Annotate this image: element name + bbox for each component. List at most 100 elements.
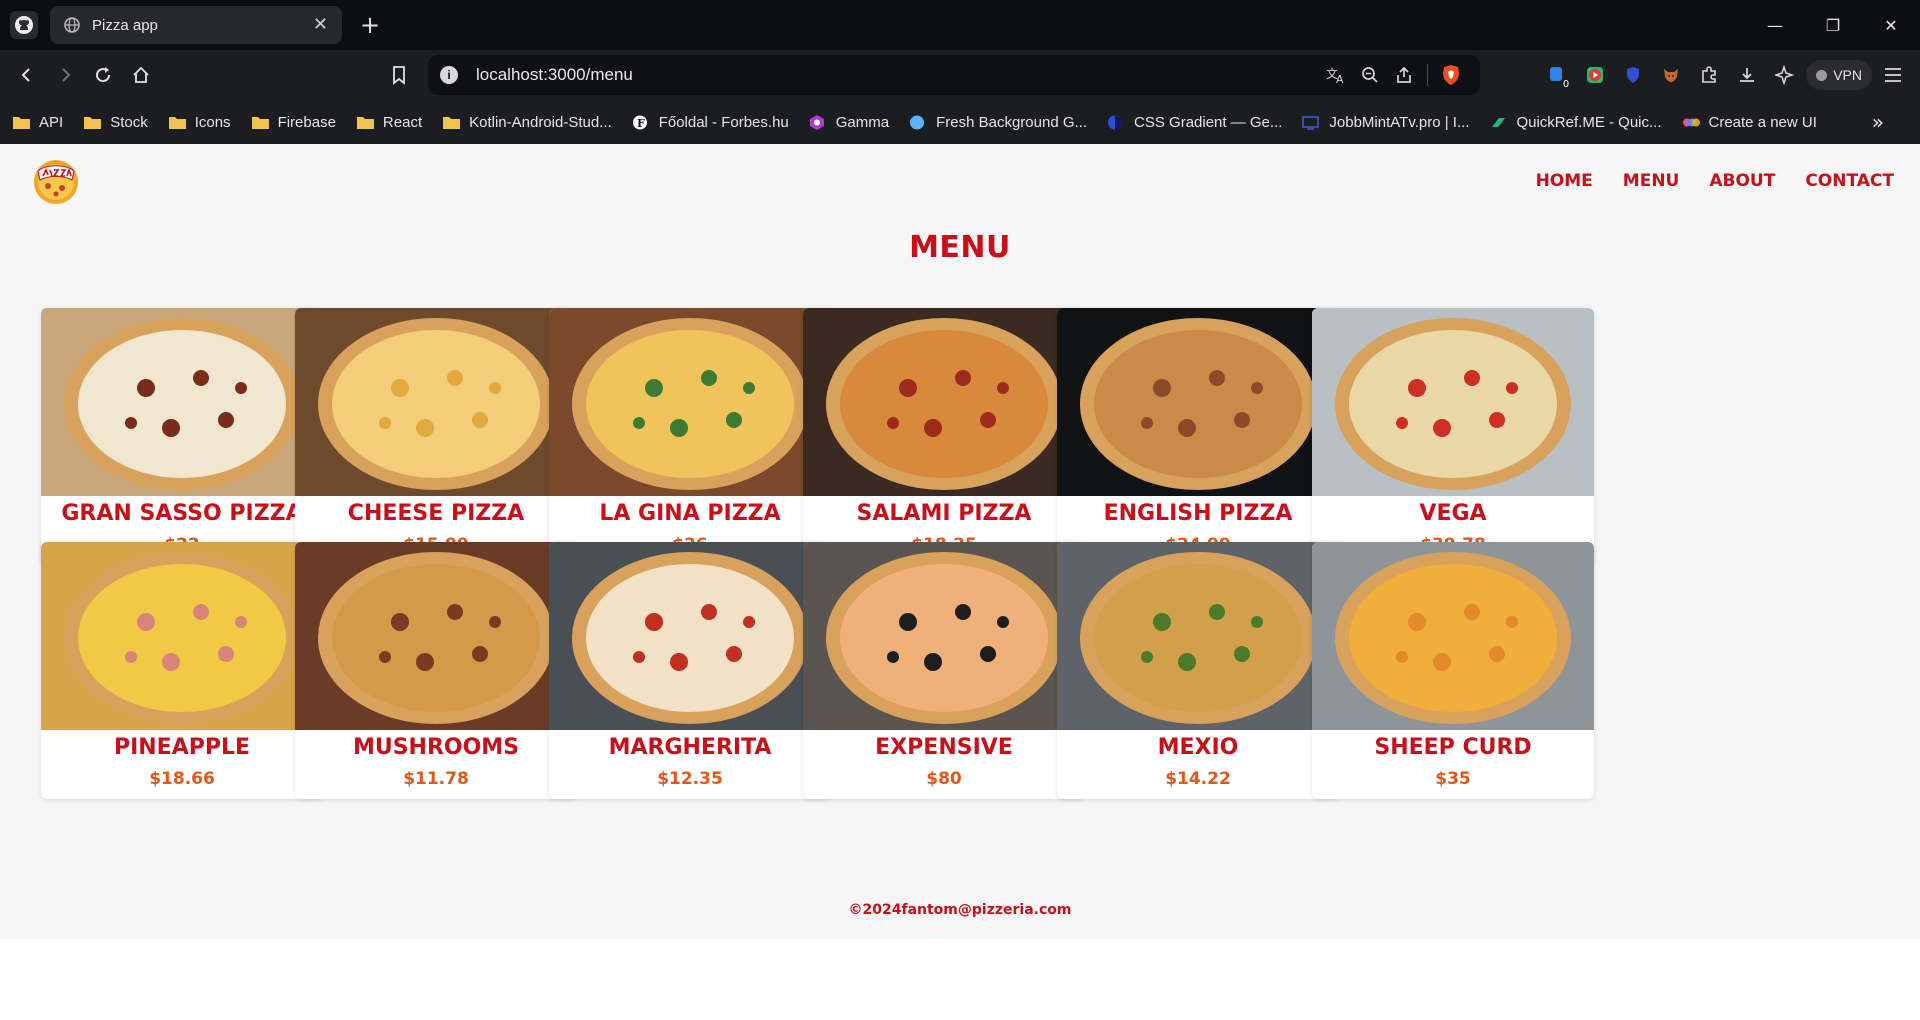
bookmark-label: API	[39, 113, 64, 131]
bookmark-gamma[interactable]: Gamma	[809, 114, 889, 131]
leo-ai-icon[interactable]	[1768, 58, 1802, 92]
folder-icon	[442, 115, 461, 130]
pizza-name: SALAMI PIZZA	[856, 501, 1032, 526]
pizza-photo	[803, 542, 1085, 730]
extensions-puzzle-icon[interactable]	[1692, 58, 1726, 92]
pizza-card[interactable]: VEGA$39.78	[1312, 308, 1594, 565]
pizza-card[interactable]: MARGHERITA $12.35	[549, 542, 831, 799]
pizza-logo[interactable]	[32, 158, 80, 206]
pizza-card[interactable]: CHEESE PIZZA$15.99	[295, 308, 577, 565]
zoom-icon[interactable]	[1353, 58, 1387, 92]
pizza-photo	[1057, 308, 1339, 496]
bookmark-create-a-new-ui[interactable]: Create a new UI	[1682, 114, 1817, 131]
pizza-price: $12.35	[657, 769, 723, 789]
browser-tab[interactable]: Pizza app ✕	[50, 6, 342, 44]
bookmark-firebase[interactable]: Firebase	[251, 114, 336, 131]
extension-shield-icon[interactable]	[1616, 58, 1650, 92]
bookmark-label: Icons	[194, 113, 231, 131]
new-tab-icon[interactable]: +	[360, 13, 380, 37]
bookmark-stock[interactable]: Stock	[83, 114, 148, 131]
pizza-card[interactable]: MUSHROOMS $11.78	[295, 542, 577, 799]
svg-text:A: A	[1336, 73, 1344, 84]
extension-play-icon[interactable]	[1578, 58, 1612, 92]
forward-icon[interactable]	[46, 56, 84, 94]
bookmark-label: React	[382, 113, 423, 131]
site-info-icon[interactable]: i	[440, 66, 458, 84]
bookmark-kotlin-android-stud[interactable]: Kotlin-Android-Stud...	[442, 114, 612, 131]
hamburger-menu-icon[interactable]	[1876, 58, 1910, 92]
page-title: MENU	[909, 230, 1011, 265]
folder-icon	[12, 115, 31, 130]
bookmark-f-oldal-forbes-hu[interactable]: F Főoldal - Forbes.hu	[632, 114, 789, 131]
bookmark-label: Gamma	[835, 113, 890, 131]
pizza-name: CHEESE PIZZA	[347, 501, 525, 526]
fresh-background-icon	[909, 115, 928, 130]
pizza-photo	[295, 542, 577, 730]
pizza-price: $35	[1435, 769, 1471, 789]
bookmark-quickref-me-quic[interactable]: QuickRef.ME - Quic...	[1489, 114, 1662, 131]
jobbmintatv-icon	[1302, 115, 1321, 130]
pizza-card[interactable]: EXPENSIVE $80	[803, 542, 1085, 799]
pizza-photo	[803, 308, 1085, 496]
nav-about[interactable]: ABOUT	[1709, 171, 1775, 191]
pizza-photo	[41, 308, 323, 496]
folder-icon	[83, 115, 102, 130]
globe-icon	[64, 17, 80, 33]
css-gradient-icon	[1107, 115, 1126, 130]
reload-icon[interactable]	[84, 56, 122, 94]
pizza-card[interactable]: ENGLISH PIZZA$24.99	[1057, 308, 1339, 565]
pizza-name: MUSHROOMS	[352, 735, 520, 760]
pizza-price: $18.66	[149, 769, 215, 789]
bookmark-css-gradient-ge[interactable]: CSS Gradient — Ge...	[1107, 114, 1282, 131]
bookmark-icons[interactable]: Icons	[168, 114, 231, 131]
share-icon[interactable]	[1387, 58, 1421, 92]
pizza-photo	[1312, 542, 1594, 730]
folder-icon	[251, 115, 270, 130]
bookmark-icon[interactable]	[380, 56, 418, 94]
brave-shield-icon[interactable]	[1434, 58, 1468, 92]
close-window-icon[interactable]: ✕	[1862, 0, 1920, 50]
pizza-photo	[295, 308, 577, 496]
vpn-button[interactable]: VPN	[1806, 60, 1872, 90]
extension-fox-icon[interactable]	[1654, 58, 1688, 92]
more-bookmarks-icon[interactable]: »	[1872, 110, 1884, 134]
download-icon[interactable]	[1730, 58, 1764, 92]
back-icon[interactable]	[8, 56, 46, 94]
browser-tab-bar: Pizza app ✕ + — ❐ ✕	[0, 0, 1920, 50]
pizza-card[interactable]: MEXIO $14.22	[1057, 542, 1339, 799]
url-separator	[1427, 64, 1428, 86]
pizza-card[interactable]: GRAN SASSO PIZZA$22	[41, 308, 323, 565]
pizza-card[interactable]: SALAMI PIZZA$18.25	[803, 308, 1085, 565]
site-header: HOME MENU ABOUT CONTACT	[0, 144, 1920, 216]
pizza-card[interactable]: LA GINA PIZZA$26	[549, 308, 831, 565]
pizza-app-page: HOME MENU ABOUT CONTACT MENU GRAN SASSO …	[0, 144, 1920, 939]
nav-home[interactable]: HOME	[1536, 171, 1593, 191]
github-icon[interactable]	[10, 11, 38, 39]
pizza-name: EXPENSIVE	[875, 735, 1013, 760]
pizza-name: ENGLISH PIZZA	[1103, 501, 1293, 526]
pizza-card[interactable]: PINEAPPLE $18.66	[41, 542, 323, 799]
url-text[interactable]: localhost:3000/menu	[476, 65, 1319, 85]
address-bar[interactable]: i localhost:3000/menu 文A	[428, 55, 1480, 95]
pizza-name: SHEEP CURD	[1374, 735, 1532, 760]
pizza-name: GRAN SASSO PIZZA	[61, 501, 303, 526]
bookmark-react[interactable]: React	[356, 114, 422, 131]
bookmark-fresh-background-g[interactable]: Fresh Background G...	[909, 114, 1087, 131]
pizza-card[interactable]: SHEEP CURD $35	[1312, 542, 1594, 799]
close-tab-icon[interactable]: ✕	[313, 16, 328, 34]
forbes-icon: F	[632, 115, 651, 130]
restore-icon[interactable]: ❐	[1804, 0, 1862, 50]
translate-icon[interactable]: 文A	[1319, 58, 1353, 92]
pizza-photo	[41, 542, 323, 730]
bookmark-jobbmintatv-pro-i[interactable]: JobbMintATv.pro | I...	[1302, 114, 1469, 131]
extension-blue-icon[interactable]: 0	[1540, 58, 1574, 92]
svg-text:F: F	[637, 117, 645, 130]
minimize-icon[interactable]: —	[1746, 0, 1804, 50]
pizza-photo	[1312, 308, 1594, 496]
nav-contact[interactable]: CONTACT	[1805, 171, 1894, 191]
bookmark-api[interactable]: API	[12, 114, 63, 131]
home-icon[interactable]	[122, 56, 160, 94]
pizza-price: $80	[926, 769, 962, 789]
tab-title: Pizza app	[92, 16, 158, 34]
nav-menu[interactable]: MENU	[1623, 171, 1680, 191]
